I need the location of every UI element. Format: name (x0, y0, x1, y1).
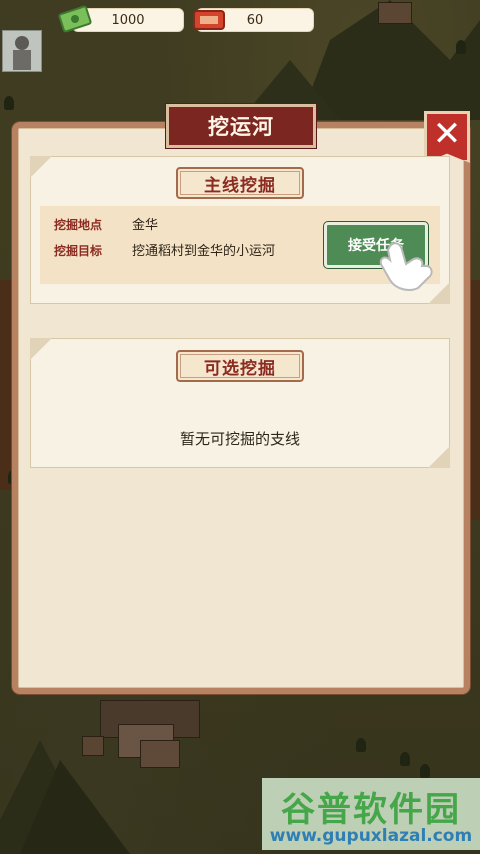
house (140, 740, 180, 768)
watermark-url: www.gupuxlazal.com (269, 826, 473, 846)
dialog-title-plate: 挖运河 (166, 104, 316, 148)
location-label: 挖掘地点 (54, 218, 103, 232)
close-icon: ✕ (432, 114, 462, 154)
character-portrait-icon (13, 36, 31, 70)
tree (356, 738, 366, 752)
tree (420, 764, 430, 778)
main-dig-label: 主线挖掘 (176, 167, 304, 199)
pointing-hand-icon (379, 242, 433, 291)
watermark-title: 谷普软件园 (281, 790, 461, 830)
no-branch-text: 暂无可挖掘的支线 (179, 430, 300, 448)
goal-value: 挖通稻村到金华的小运河 (132, 244, 276, 259)
cash-icon (58, 5, 92, 33)
goal-label: 挖掘目标 (54, 244, 103, 258)
money-value: 1000 (111, 12, 145, 28)
dialog-title: 挖运河 (208, 115, 274, 139)
tree (400, 752, 410, 766)
tree (4, 96, 14, 110)
ticket-value: 60 (246, 12, 264, 28)
card-fold (30, 156, 52, 178)
card-fold (428, 446, 450, 468)
card-fold (30, 338, 52, 360)
ticket-icon (193, 10, 225, 30)
house (378, 2, 412, 24)
location-value: 金华 (132, 218, 159, 233)
avatar[interactable] (2, 30, 42, 72)
main-dig-label-text: 主线挖掘 (204, 175, 276, 196)
tree (456, 40, 466, 54)
optional-dig-label: 可选挖掘 (176, 350, 304, 382)
house (82, 736, 104, 756)
optional-dig-label-text: 可选挖掘 (204, 358, 276, 379)
